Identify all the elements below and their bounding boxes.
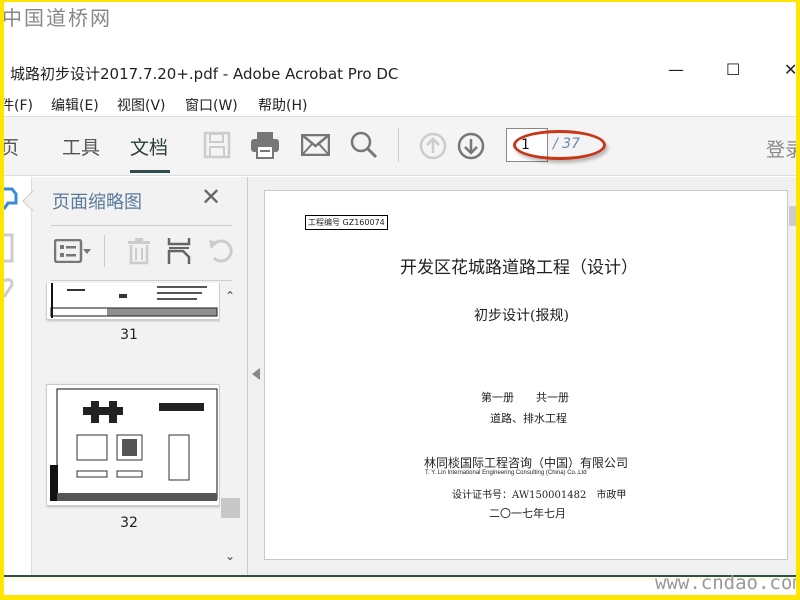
project-number: 工程编号 GZ160074	[305, 215, 388, 230]
active-tab-indicator	[130, 170, 170, 173]
watermark-bottom: www.cndao.com	[655, 572, 800, 594]
left-icon-rail	[0, 177, 32, 575]
thumbnail-list: 31 32	[38, 283, 220, 570]
menu-window[interactable]: 窗口(W)	[185, 95, 238, 115]
menu-edit[interactable]: 编辑(E)	[51, 95, 99, 115]
panel-toolbar-separator	[104, 235, 105, 267]
close-panel-button[interactable]: ✕	[201, 183, 221, 211]
document-subtitle: 初步设计(报规)	[474, 308, 569, 324]
document-scrollbar-thumb[interactable]	[789, 206, 797, 226]
rotate-icon[interactable]	[208, 238, 234, 264]
toolbar-separator	[398, 128, 399, 162]
close-window-button[interactable]: ✕	[784, 60, 797, 79]
scroll-up-arrow-icon[interactable]: ⌃	[225, 289, 235, 303]
menu-file[interactable]: 件(F)	[0, 95, 33, 115]
insert-page-icon[interactable]	[167, 237, 191, 265]
document-title: 开发区花城路道路工程（设计）	[400, 258, 638, 278]
save-icon[interactable]	[203, 131, 231, 159]
page-thumbnails-icon[interactable]	[2, 187, 18, 213]
thumbnail-page-31[interactable]	[46, 283, 220, 320]
minimize-button[interactable]: —	[668, 60, 684, 79]
delete-icon[interactable]	[126, 237, 152, 265]
scroll-down-arrow-icon[interactable]: ⌄	[225, 549, 235, 563]
page-down-icon[interactable]	[457, 132, 485, 160]
document-scrollbar[interactable]	[788, 190, 800, 560]
print-icon[interactable]	[250, 131, 280, 159]
pdf-page: 工程编号 GZ160074 开发区花城路道路工程（设计） 初步设计(报规) 第一…	[264, 190, 788, 560]
company-name-cn: 林同棪国际工程咨询（中国）有限公司	[424, 456, 629, 470]
volume-info: 第一册 共一册	[481, 391, 569, 404]
tab-home[interactable]: 主页	[0, 133, 19, 160]
red-annotation-ellipse	[513, 130, 606, 160]
window-title: 城路初步设计2017.7.20+.pdf - Adobe Acrobat Pro…	[10, 65, 399, 83]
thumbnail-page-32[interactable]	[46, 384, 220, 506]
bookmark-icon[interactable]	[2, 233, 16, 263]
toolbar	[0, 116, 800, 176]
tab-document[interactable]: 文档	[130, 133, 168, 160]
tab-tools[interactable]: 工具	[62, 133, 100, 160]
menu-help[interactable]: 帮助(H)	[258, 95, 307, 115]
panel-divider	[51, 225, 232, 226]
panel-pointer	[22, 190, 34, 212]
thumbnail-label: 31	[120, 327, 138, 343]
certificate-number: 设计证书号：AW150001482 市政甲	[452, 490, 627, 501]
search-icon[interactable]	[350, 131, 378, 159]
section-info: 道路、排水工程	[490, 412, 567, 425]
scrollbar-thumb[interactable]	[221, 498, 240, 518]
watermark-top: 中国道桥网	[2, 6, 112, 30]
document-date: 二〇一七年七月	[489, 507, 566, 520]
thumbnail-scrollbar[interactable]: ⌃ ⌄	[221, 283, 240, 570]
menu-view[interactable]: 视图(V)	[117, 95, 166, 115]
attachment-icon[interactable]	[2, 277, 16, 301]
collapse-panel-icon[interactable]	[252, 368, 260, 380]
page-up-icon[interactable]	[419, 132, 447, 160]
panel-title: 页面缩略图	[52, 192, 142, 213]
panel-divider	[51, 280, 232, 281]
company-name-en: T. Y. Lin International Engineering Cons…	[425, 470, 587, 476]
thumbnail-options-icon[interactable]	[54, 239, 94, 263]
maximize-button[interactable]: ☐	[726, 60, 740, 79]
thumbnail-label: 32	[120, 515, 138, 531]
login-button[interactable]: 登录	[766, 135, 800, 162]
mail-icon[interactable]	[301, 134, 330, 156]
